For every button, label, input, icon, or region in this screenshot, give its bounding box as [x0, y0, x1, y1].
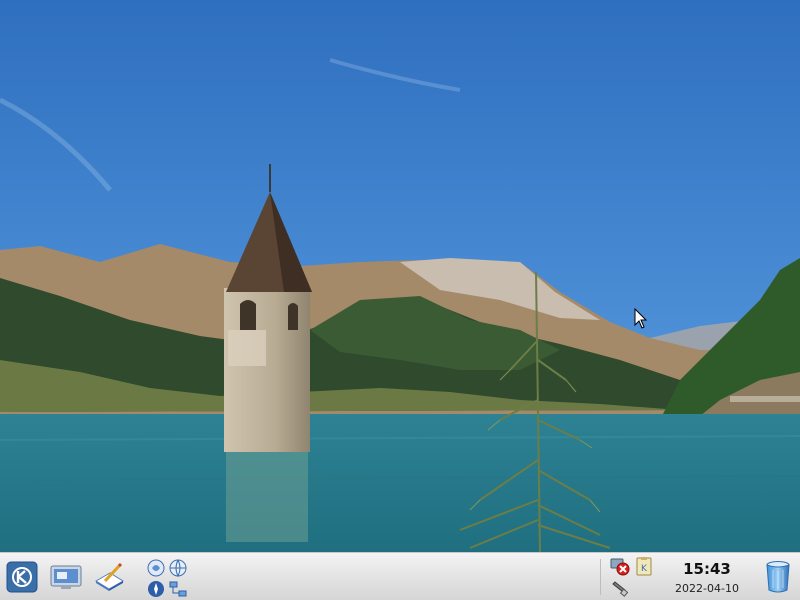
trash-icon — [766, 561, 790, 593]
web-browser-button[interactable] — [168, 558, 188, 578]
show-desktop-button[interactable] — [48, 561, 84, 593]
konqueror-button[interactable] — [146, 558, 166, 578]
klipper-button[interactable]: K — [634, 556, 654, 576]
network-status-button[interactable] — [610, 556, 630, 576]
system-tray: K — [606, 555, 656, 599]
network-icon — [169, 581, 187, 597]
konqueror-icon — [147, 559, 165, 577]
usb-device-icon — [612, 581, 629, 597]
compass-icon — [148, 581, 164, 597]
k-menu-icon — [6, 561, 38, 593]
wallpaper — [0, 0, 800, 552]
mouse-cursor-icon — [634, 308, 648, 329]
network-button[interactable] — [168, 579, 188, 599]
taskbar: K 15:43 2022-04-10 — [0, 552, 800, 600]
panel-separator — [600, 559, 601, 595]
text-editor-button[interactable] — [92, 560, 126, 594]
usb-device-button[interactable] — [610, 578, 630, 598]
desktop: K 15:43 2022-04-10 — [0, 0, 800, 600]
compass-button[interactable] — [146, 579, 166, 599]
quick-launch-group — [144, 556, 192, 600]
clock-date: 2022-04-10 — [675, 582, 739, 595]
text-editor-icon — [95, 562, 124, 591]
trash-button[interactable] — [762, 559, 794, 595]
show-desktop-icon — [50, 565, 82, 589]
web-browser-icon — [169, 559, 187, 578]
klipper-icon: K — [636, 557, 652, 576]
k-menu-button[interactable] — [5, 560, 39, 594]
network-disconnected-icon — [610, 558, 630, 576]
clock[interactable]: 15:43 2022-04-10 — [662, 555, 752, 599]
clock-time: 15:43 — [683, 560, 731, 578]
